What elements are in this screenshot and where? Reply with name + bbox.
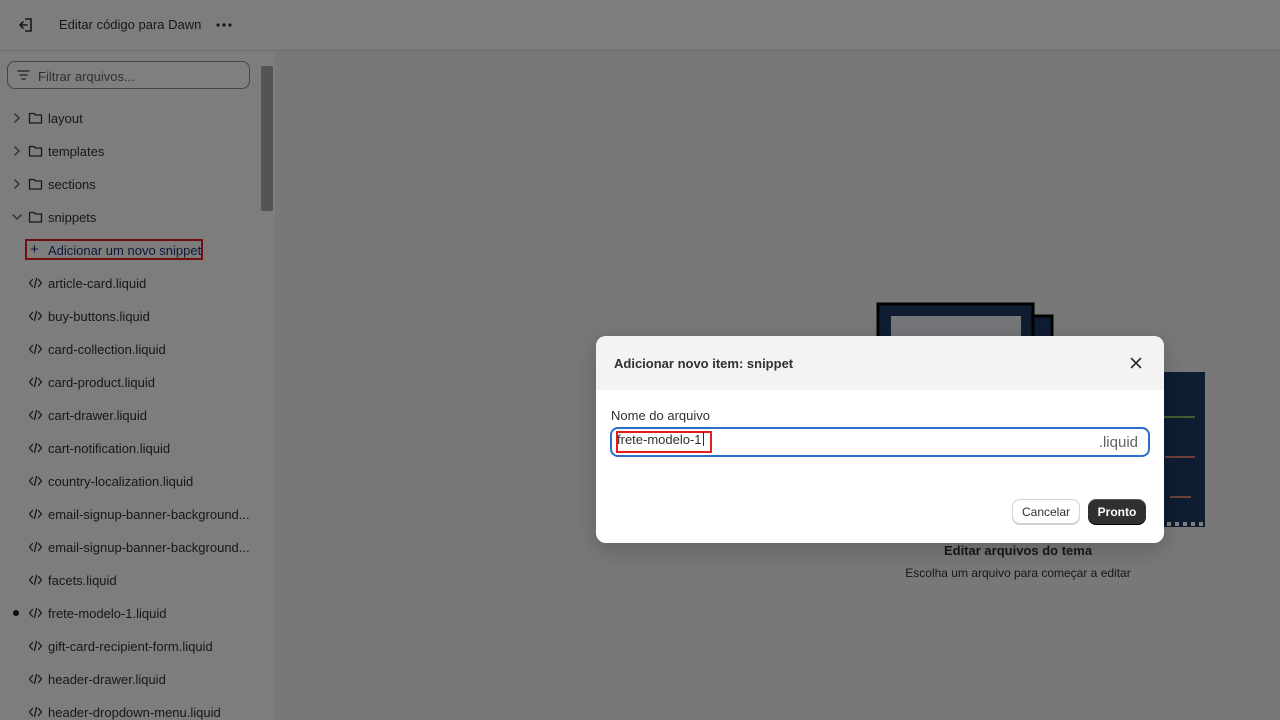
done-button[interactable]: Pronto bbox=[1088, 499, 1146, 524]
file-name-field[interactable]: frete-modelo-1 .liquid bbox=[610, 427, 1150, 457]
file-extension-suffix: .liquid bbox=[1098, 434, 1138, 451]
close-icon bbox=[1130, 357, 1142, 369]
text-caret bbox=[702, 432, 704, 446]
modal-title: Adicionar novo item: snippet bbox=[614, 356, 794, 371]
cancel-button[interactable]: Cancelar bbox=[1012, 499, 1080, 524]
close-button[interactable] bbox=[1126, 353, 1146, 373]
add-item-modal: Adicionar novo item: snippet Nome do arq… bbox=[596, 336, 1164, 543]
file-name-label: Nome do arquivo bbox=[611, 408, 710, 423]
modal-header: Adicionar novo item: snippet bbox=[596, 336, 1164, 390]
file-name-text: frete-modelo-1 bbox=[617, 432, 702, 447]
file-name-input-value[interactable]: frete-modelo-1 bbox=[617, 432, 704, 447]
